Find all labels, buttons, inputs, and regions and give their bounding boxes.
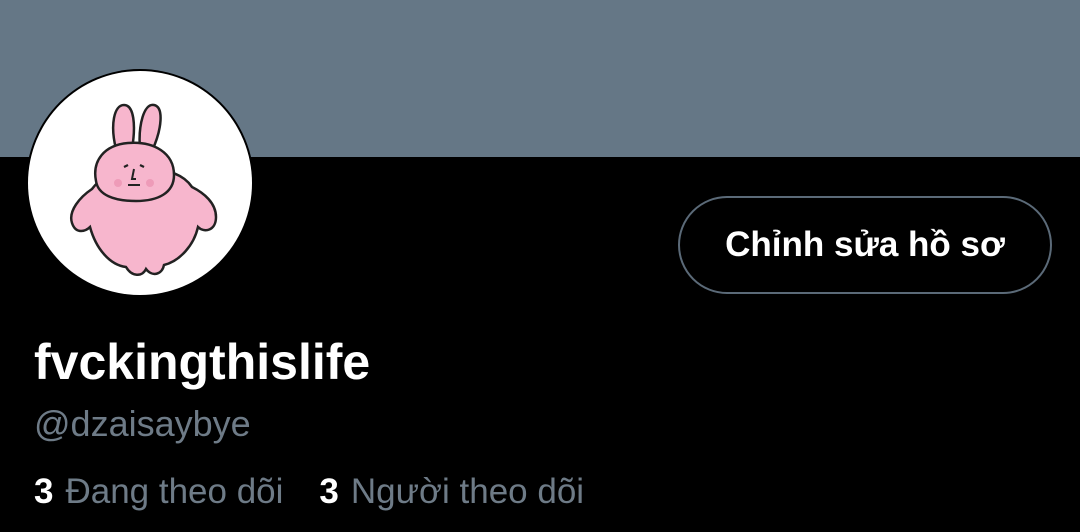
following-count: 3 xyxy=(34,472,54,511)
profile-page: Chỉnh sửa hồ sơ fvckingthislife @dzaisay… xyxy=(0,0,1080,532)
followers-link[interactable]: 3 Người theo dõi xyxy=(319,470,584,514)
followers-label: Người theo dõi xyxy=(350,472,585,511)
edit-profile-button[interactable]: Chỉnh sửa hồ sơ xyxy=(678,196,1052,294)
follow-stats: 3 Đang theo dõi 3 Người theo dõi xyxy=(34,470,584,514)
following-label: Đang theo dõi xyxy=(65,472,284,511)
following-link[interactable]: 3 Đang theo dõi xyxy=(34,470,283,514)
user-handle: @dzaisaybye xyxy=(34,403,251,444)
followers-count: 3 xyxy=(319,472,339,511)
profile-avatar[interactable] xyxy=(28,71,252,295)
display-name: fvckingthislife xyxy=(34,334,371,390)
edit-profile-label: Chỉnh sửa hồ sơ xyxy=(725,225,1005,264)
pink-bunny-avatar-icon xyxy=(69,103,218,276)
